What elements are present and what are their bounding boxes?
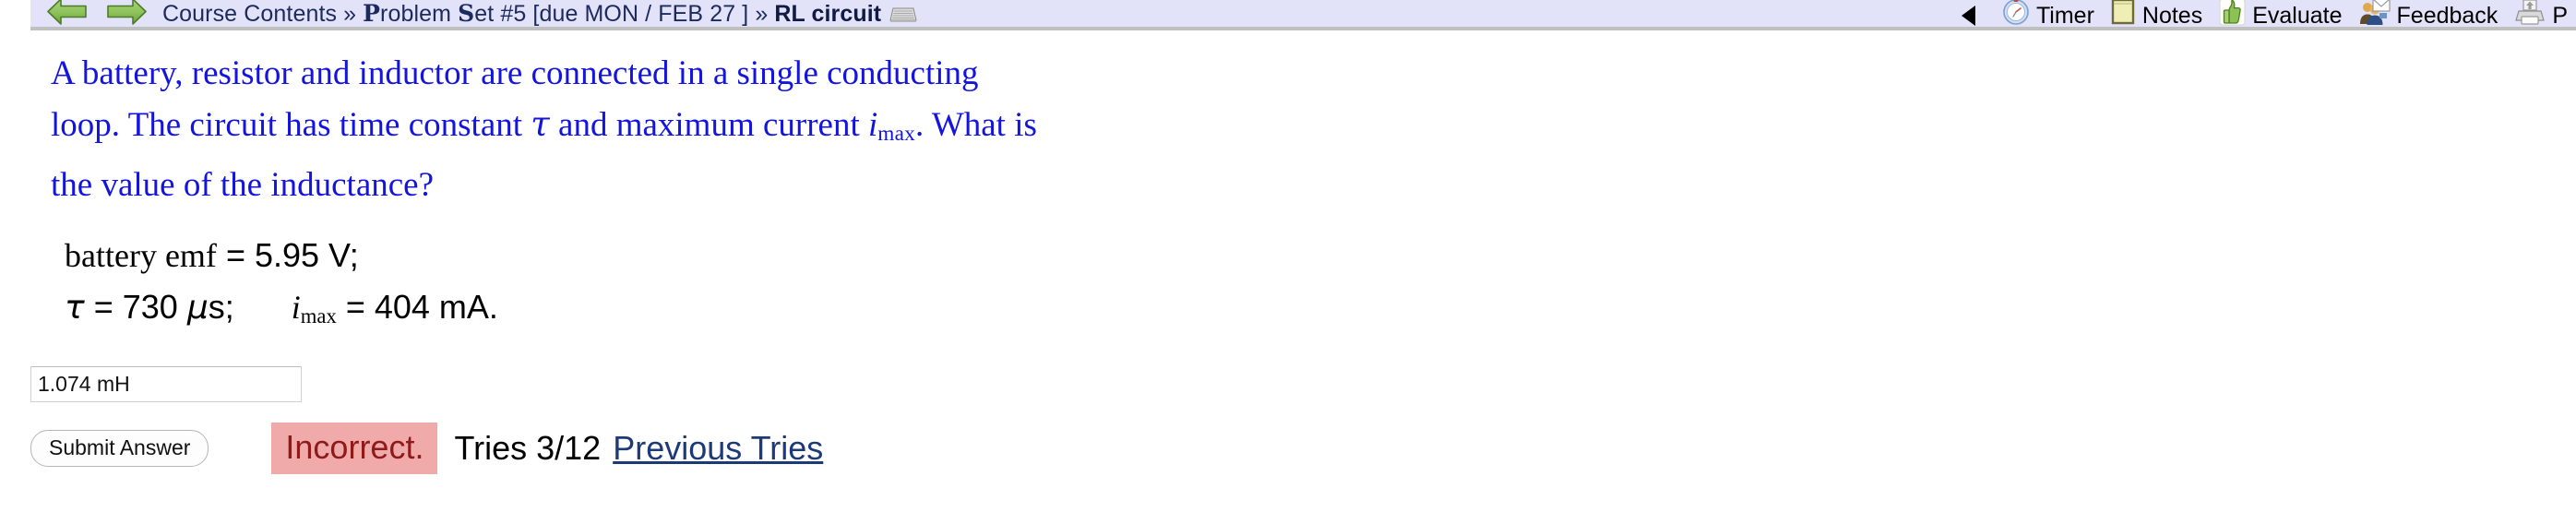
problem-body: A battery, resistor and inductor are con… [0, 30, 2576, 475]
question-line-3: the value of the inductance? [51, 166, 435, 205]
breadcrumb-course-contents[interactable]: Course Contents [162, 1, 337, 28]
question-imax-symbol: i [868, 106, 878, 144]
breadcrumb-current-page: RL circuit [774, 0, 882, 27]
question-tau-symbol: τ [531, 104, 550, 144]
given-tau-imax-row: τ = 730 μs; imax = 404 mA. [65, 281, 2576, 341]
breadcrumb: Course Contents » Problem Set #5 [due MO… [162, 0, 917, 28]
note-icon [2111, 0, 2136, 32]
toolbar-feedback-label: Feedback [2396, 3, 2498, 29]
toolbar-print-label: P [2552, 3, 2568, 29]
given-tau-symbol: τ [65, 289, 85, 328]
breadcrumb-separator-1: » [343, 0, 357, 27]
toolbar-evaluate-label: Evaluate [2252, 3, 2343, 29]
given-imax-symbol: i [291, 289, 301, 327]
tries-counter: Tries 3/12 [454, 429, 602, 468]
given-emf-row: battery emf = 5.95 V; [65, 230, 2576, 281]
question-line-2-part-a: loop. The circuit has time constant [51, 106, 531, 144]
given-tau-unit-mu: μ [186, 289, 209, 328]
question-line-2-part-c: . What is [915, 106, 1037, 144]
question-line-2: loop. The circuit has time constant τ an… [51, 99, 1186, 160]
submit-row: Submit Answer Incorrect. Tries 3/12 Prev… [0, 402, 2576, 475]
breadcrumb-problem-set-text-2: et #5 [due MON / FEB 27 ] [474, 0, 749, 27]
toolbar-collapse-button[interactable] [1944, 0, 1994, 30]
thumbs-up-icon [2219, 0, 2246, 32]
breadcrumb-problem-set-cap-s: S [458, 0, 475, 27]
toolbar-notes-label: Notes [2141, 3, 2203, 29]
answer-input[interactable] [30, 366, 302, 403]
given-values: battery emf = 5.95 V; τ = 730 μs; imax = … [0, 210, 2576, 341]
given-emf-value: = 5.95 V; [225, 236, 359, 275]
given-imax-value: = 404 mA. [345, 288, 498, 327]
breadcrumb-problem-set-cap-p: P [363, 0, 381, 27]
breadcrumb-problem-set-text-1: roblem [380, 0, 459, 27]
previous-tries-link[interactable]: Previous Tries [613, 429, 823, 468]
toolbar-evaluate-button[interactable]: Evaluate [2211, 0, 2350, 30]
given-imax-subscript: max [300, 304, 337, 328]
question-line-2-part-b: and maximum current [549, 106, 868, 144]
given-emf-label: battery emf [65, 237, 217, 275]
question-line-1: A battery, resistor and inductor are con… [51, 54, 979, 92]
green-right-arrow-icon[interactable] [105, 0, 148, 30]
toolbar-actions: Timer Notes Evaluate Feedback P [1944, 0, 2576, 30]
top-navigation-bar: Course Contents » Problem Set #5 [due MO… [30, 0, 2576, 30]
breadcrumb-problem-set[interactable]: Problem Set #5 [due MON / FEB 27 ] [363, 0, 748, 28]
green-left-arrow-icon[interactable] [46, 0, 89, 30]
question-imax-subscript: max [877, 122, 915, 147]
breadcrumb-separator-2: » [755, 0, 769, 27]
given-tau-value: = 730 [93, 288, 178, 327]
toolbar-notes-button[interactable]: Notes [2103, 0, 2211, 30]
question-text: A battery, resistor and inductor are con… [0, 30, 1186, 210]
printer-icon [2514, 0, 2546, 32]
left-triangle-icon [1961, 5, 1975, 26]
verdict-badge: Incorrect. [271, 423, 438, 475]
clock-icon [2002, 0, 2030, 32]
toolbar-timer-button[interactable]: Timer [1994, 0, 2103, 30]
feedback-people-icon [2359, 0, 2391, 32]
toolbar-print-button[interactable]: P [2506, 0, 2576, 30]
given-tau-unit-rest: s; [208, 288, 234, 327]
answer-area [0, 341, 2576, 403]
keyboard-icon[interactable] [889, 3, 917, 30]
navigation-arrows [30, 0, 162, 30]
toolbar-feedback-button[interactable]: Feedback [2351, 0, 2507, 30]
toolbar-timer-label: Timer [2035, 3, 2094, 29]
submit-answer-button[interactable]: Submit Answer [30, 430, 209, 468]
